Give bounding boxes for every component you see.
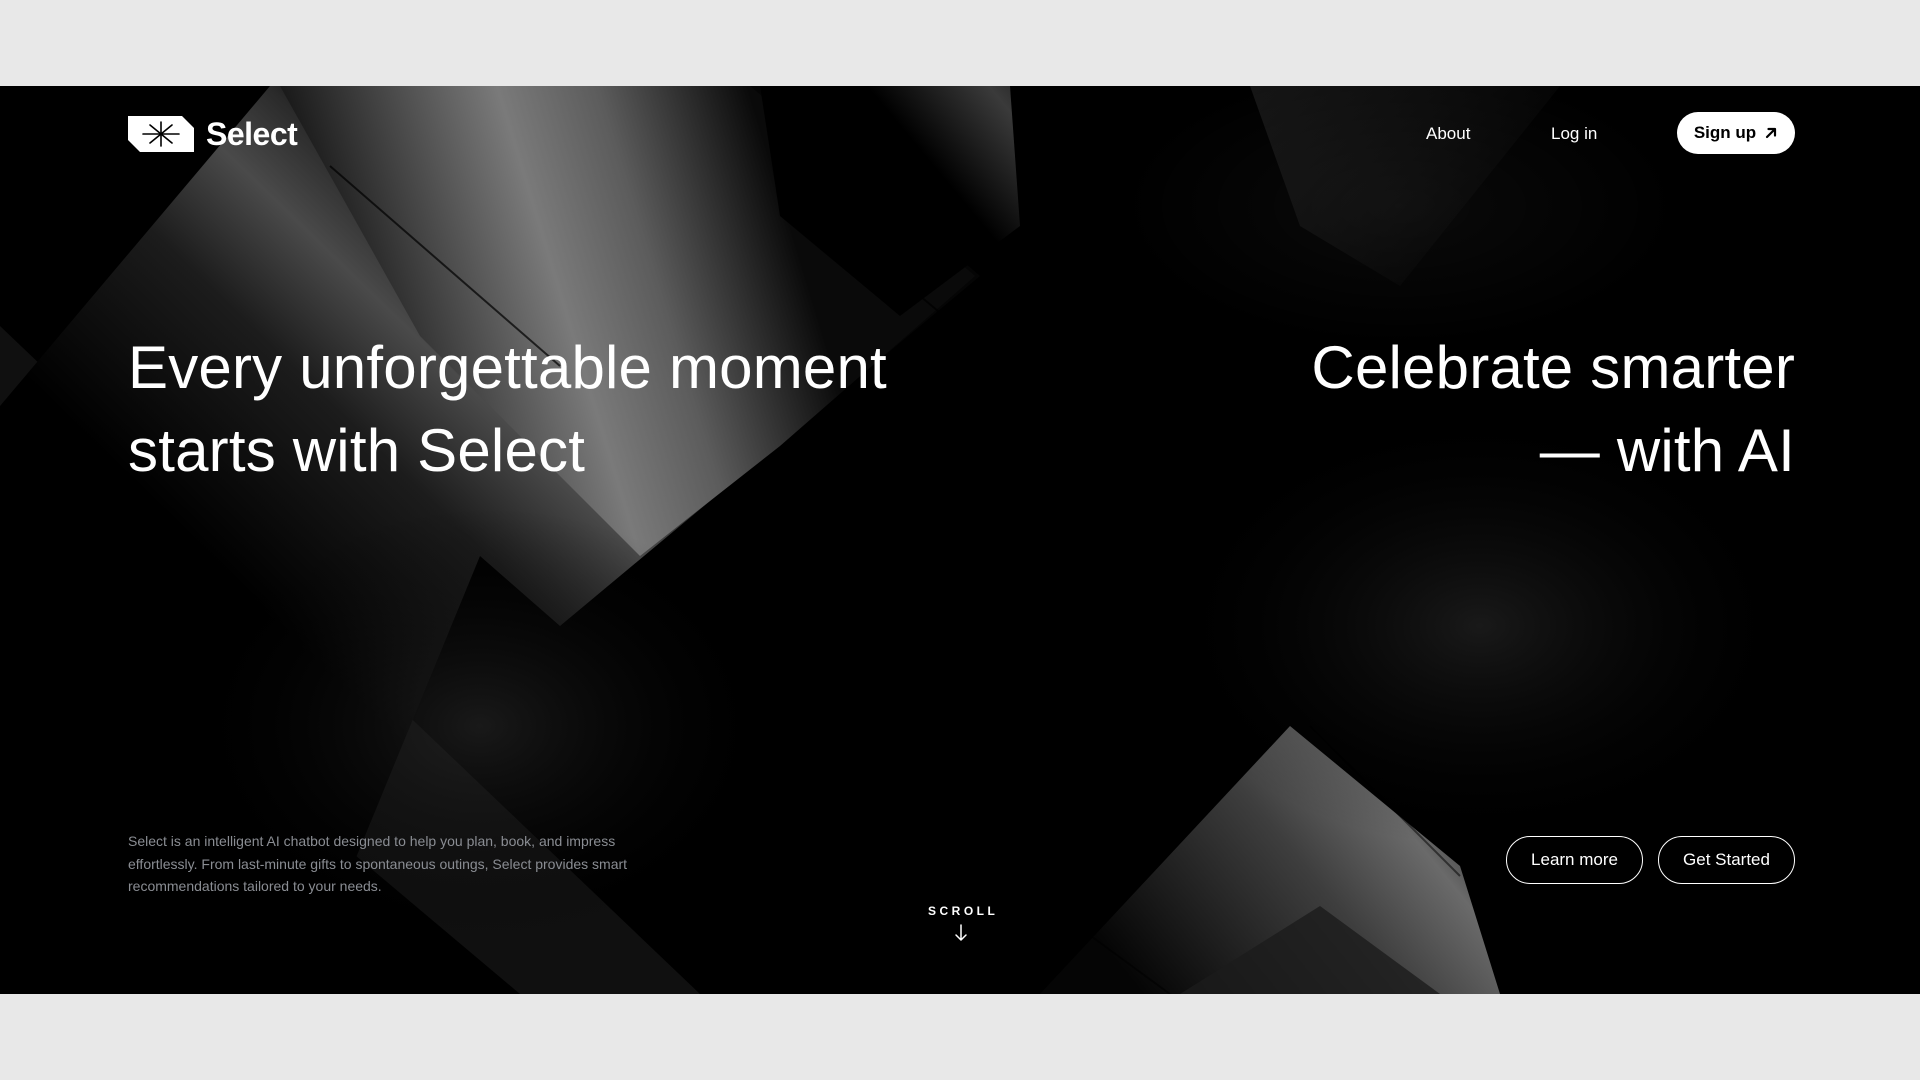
sign-up-button[interactable]: Sign up	[1677, 112, 1795, 154]
scroll-label: SCROLL	[928, 904, 999, 918]
learn-more-label: Learn more	[1531, 850, 1618, 869]
hero-headline-left: Every unforgettable moment starts with S…	[128, 326, 887, 492]
nav-link-about[interactable]: About	[1426, 124, 1470, 144]
top-navigation: Select About Log in Sign up	[0, 86, 1920, 182]
learn-more-button[interactable]: Learn more	[1506, 836, 1643, 884]
arrow-down-icon	[955, 924, 967, 941]
hero-headline-right: Celebrate smarter — with AI	[1311, 326, 1795, 492]
get-started-button[interactable]: Get Started	[1658, 836, 1795, 884]
scroll-indicator[interactable]: SCROLL	[928, 904, 999, 942]
product-description: Select is an intelligent AI chatbot desi…	[128, 833, 628, 894]
hero-section: Select About Log in Sign up Every unforg…	[0, 86, 1920, 994]
hero-headline-right-line2: — with AI	[1539, 417, 1795, 484]
hero-headline-left-line1: Every unforgettable moment	[128, 334, 887, 401]
sign-up-label: Sign up	[1693, 123, 1757, 142]
hero-headline-right-line1: Celebrate smarter	[1311, 334, 1795, 401]
arrow-up-right-icon	[1766, 127, 1777, 139]
get-started-label: Get Started	[1683, 850, 1770, 869]
asterisk-badge-icon	[128, 116, 194, 152]
nav-link-login[interactable]: Log in	[1551, 124, 1597, 144]
brand-name: Select	[206, 115, 298, 152]
hero-headline-left-line2: starts with Select	[128, 417, 586, 484]
brand-logo[interactable]: Select	[128, 114, 298, 154]
